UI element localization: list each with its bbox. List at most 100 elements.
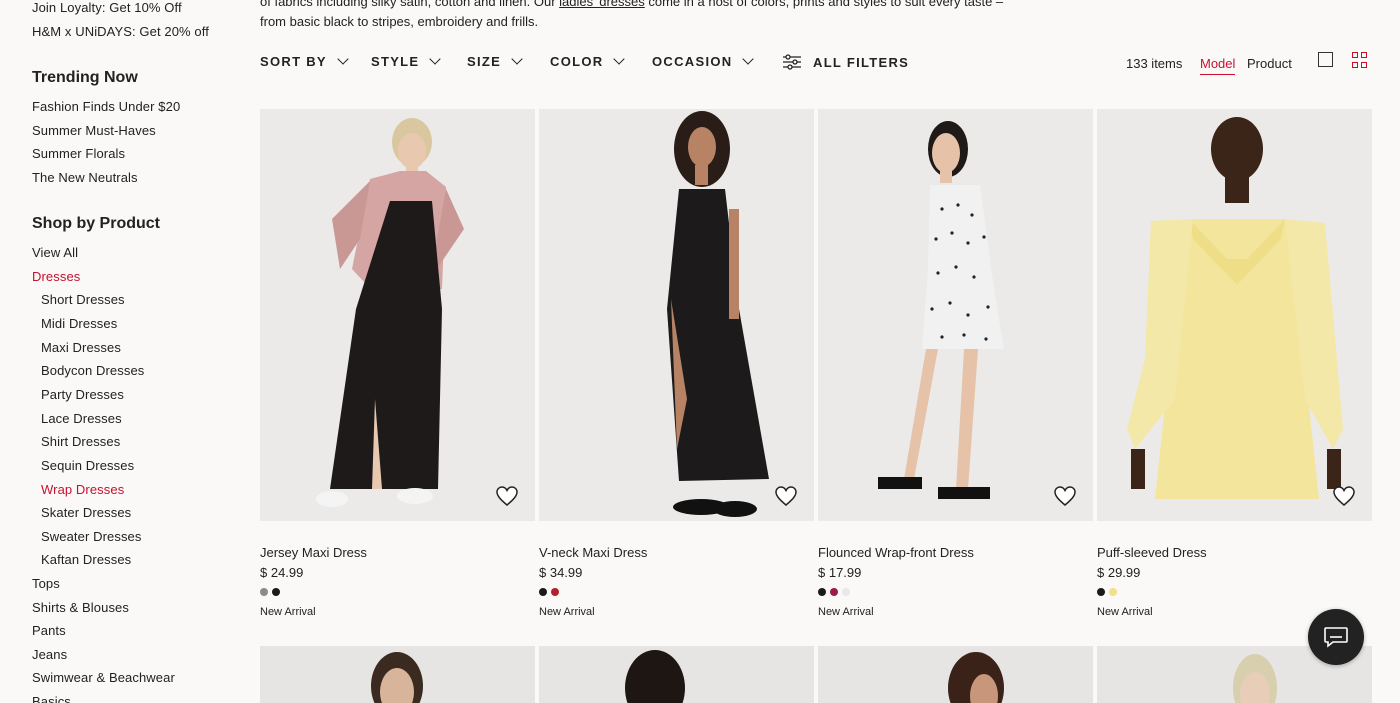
sidebar-item-shirt-dresses[interactable]: Shirt Dresses [41,434,120,449]
sidebar-item-kaftan-dresses[interactable]: Kaftan Dresses [41,552,131,567]
trending-heading: Trending Now [32,69,138,86]
sidebar-item-wrap-dresses[interactable]: Wrap Dresses [41,482,124,497]
product-image[interactable] [818,646,1093,703]
product-price: $ 29.99 [1097,565,1141,580]
product-name[interactable]: Puff-sleeved Dress [1097,545,1207,560]
sidebar-item-party-dresses[interactable]: Party Dresses [41,387,124,402]
style-dropdown[interactable]: STYLE [371,53,442,69]
sliders-icon [783,54,801,70]
color-swatches [818,588,850,596]
sidebar-item-lace-dresses[interactable]: Lace Dresses [41,411,122,426]
heart-icon[interactable] [1332,485,1356,507]
all-filters-label: ALL FILTERS [813,54,910,70]
sidebar-item-skater-dresses[interactable]: Skater Dresses [41,505,131,520]
sidebar-item-tops[interactable]: Tops [32,576,60,591]
color-swatches [1097,588,1117,596]
small-grid-icon[interactable] [1352,52,1368,68]
product-card[interactable]: Jersey Maxi Dress $ 24.99 New Arrival [260,109,535,618]
color-swatch[interactable] [1109,588,1117,596]
all-filters-button[interactable]: ALL FILTERS [783,54,909,70]
chevron-down-icon [742,53,755,65]
size-dropdown[interactable]: SIZE [467,53,523,69]
intro-text-2: come in a host of colors, prints and sty… [644,0,1004,9]
size-label: SIZE [467,54,502,69]
product-image[interactable] [539,109,814,521]
sidebar-item-basics[interactable]: Basics [32,694,71,703]
sidebar-item-new-neutrals[interactable]: The New Neutrals [32,170,138,185]
product-card[interactable]: V-neck Maxi Dress $ 34.99 New Arrival [539,109,814,618]
promo-unidays-link[interactable]: H&M x UNiDAYS: Get 20% off [32,24,209,39]
color-swatches [539,588,559,596]
tab-model[interactable]: Model [1200,56,1236,75]
sidebar-item-sweater-dresses[interactable]: Sweater Dresses [41,529,141,544]
ladies-dresses-link[interactable]: ladies' dresses [559,0,645,9]
model-photo-illustration [260,109,535,521]
sidebar-item-maxi-dresses[interactable]: Maxi Dresses [41,340,121,355]
sidebar-item-sequin-dresses[interactable]: Sequin Dresses [41,458,134,473]
product-price: $ 17.99 [818,565,862,580]
shop-by-product-heading: Shop by Product [32,215,160,232]
color-swatches [260,588,280,596]
color-swatch[interactable] [1097,588,1105,596]
color-swatch[interactable] [551,588,559,596]
sidebar-item-bodycon-dresses[interactable]: Bodycon Dresses [41,363,144,378]
model-photo-illustration [948,652,1004,703]
sidebar-item-jeans[interactable]: Jeans [32,647,67,662]
intro-text-3: from basic black to stripes, embroidery … [260,14,539,29]
promo-loyalty-link[interactable]: Join Loyalty: Get 10% Off [32,0,182,15]
new-arrival-badge: New Arrival [260,606,316,618]
color-swatch[interactable] [272,588,280,596]
product-price: $ 34.99 [539,565,583,580]
items-count: 133 items [1126,56,1183,71]
model-photo-illustration [539,109,814,521]
tab-product[interactable]: Product [1247,56,1292,71]
heart-icon[interactable] [495,485,519,507]
intro-text-1: of fabrics including silky satin, cotton… [260,0,560,9]
sidebar-item-fashion-finds[interactable]: Fashion Finds Under $20 [32,99,180,114]
color-swatch[interactable] [539,588,547,596]
sidebar-item-view-all[interactable]: View All [32,245,78,260]
product-price: $ 24.99 [260,565,304,580]
model-photo-illustration [818,109,1093,521]
chevron-down-icon [511,53,523,65]
sidebar-item-shirts-blouses[interactable]: Shirts & Blouses [32,600,129,615]
product-image[interactable] [260,646,535,703]
sort-by-dropdown[interactable]: SORT BY [260,53,349,69]
product-image[interactable] [260,109,535,521]
color-label: COLOR [550,54,604,69]
product-card[interactable]: Puff-sleeved Dress $ 29.99 New Arrival [1097,109,1372,618]
sidebar-item-midi-dresses[interactable]: Midi Dresses [41,316,117,331]
heart-icon[interactable] [774,485,798,507]
color-dropdown[interactable]: COLOR [550,53,626,69]
sidebar-item-summer-florals[interactable]: Summer Florals [32,146,125,161]
chevron-down-icon [613,53,626,65]
style-label: STYLE [371,54,420,69]
heart-icon[interactable] [1053,485,1077,507]
product-image[interactable] [539,646,814,703]
model-photo-illustration [371,652,423,703]
color-swatch[interactable] [260,588,268,596]
chat-icon [1324,627,1348,648]
color-swatch[interactable] [830,588,838,596]
product-image[interactable] [1097,109,1372,521]
model-photo-illustration [625,650,685,703]
product-name[interactable]: V-neck Maxi Dress [539,545,647,560]
color-swatch[interactable] [842,588,850,596]
sidebar-item-swimwear[interactable]: Swimwear & Beachwear [32,670,175,685]
color-swatch[interactable] [818,588,826,596]
product-name[interactable]: Jersey Maxi Dress [260,545,367,560]
sidebar-item-dresses[interactable]: Dresses [32,269,80,284]
product-name[interactable]: Flounced Wrap-front Dress [818,545,974,560]
chevron-down-icon [429,53,442,65]
new-arrival-badge: New Arrival [818,606,874,618]
sidebar-item-short-dresses[interactable]: Short Dresses [41,292,125,307]
chat-button[interactable] [1308,609,1364,665]
large-grid-icon[interactable] [1318,52,1333,67]
sidebar-item-pants[interactable]: Pants [32,623,66,638]
occasion-label: OCCASION [652,54,733,69]
sidebar-item-summer-must-haves[interactable]: Summer Must-Haves [32,123,156,138]
product-image[interactable] [818,109,1093,521]
product-card[interactable]: Flounced Wrap-front Dress $ 17.99 New Ar… [818,109,1093,618]
occasion-dropdown[interactable]: OCCASION [652,53,755,69]
sort-by-label: SORT BY [260,54,327,69]
